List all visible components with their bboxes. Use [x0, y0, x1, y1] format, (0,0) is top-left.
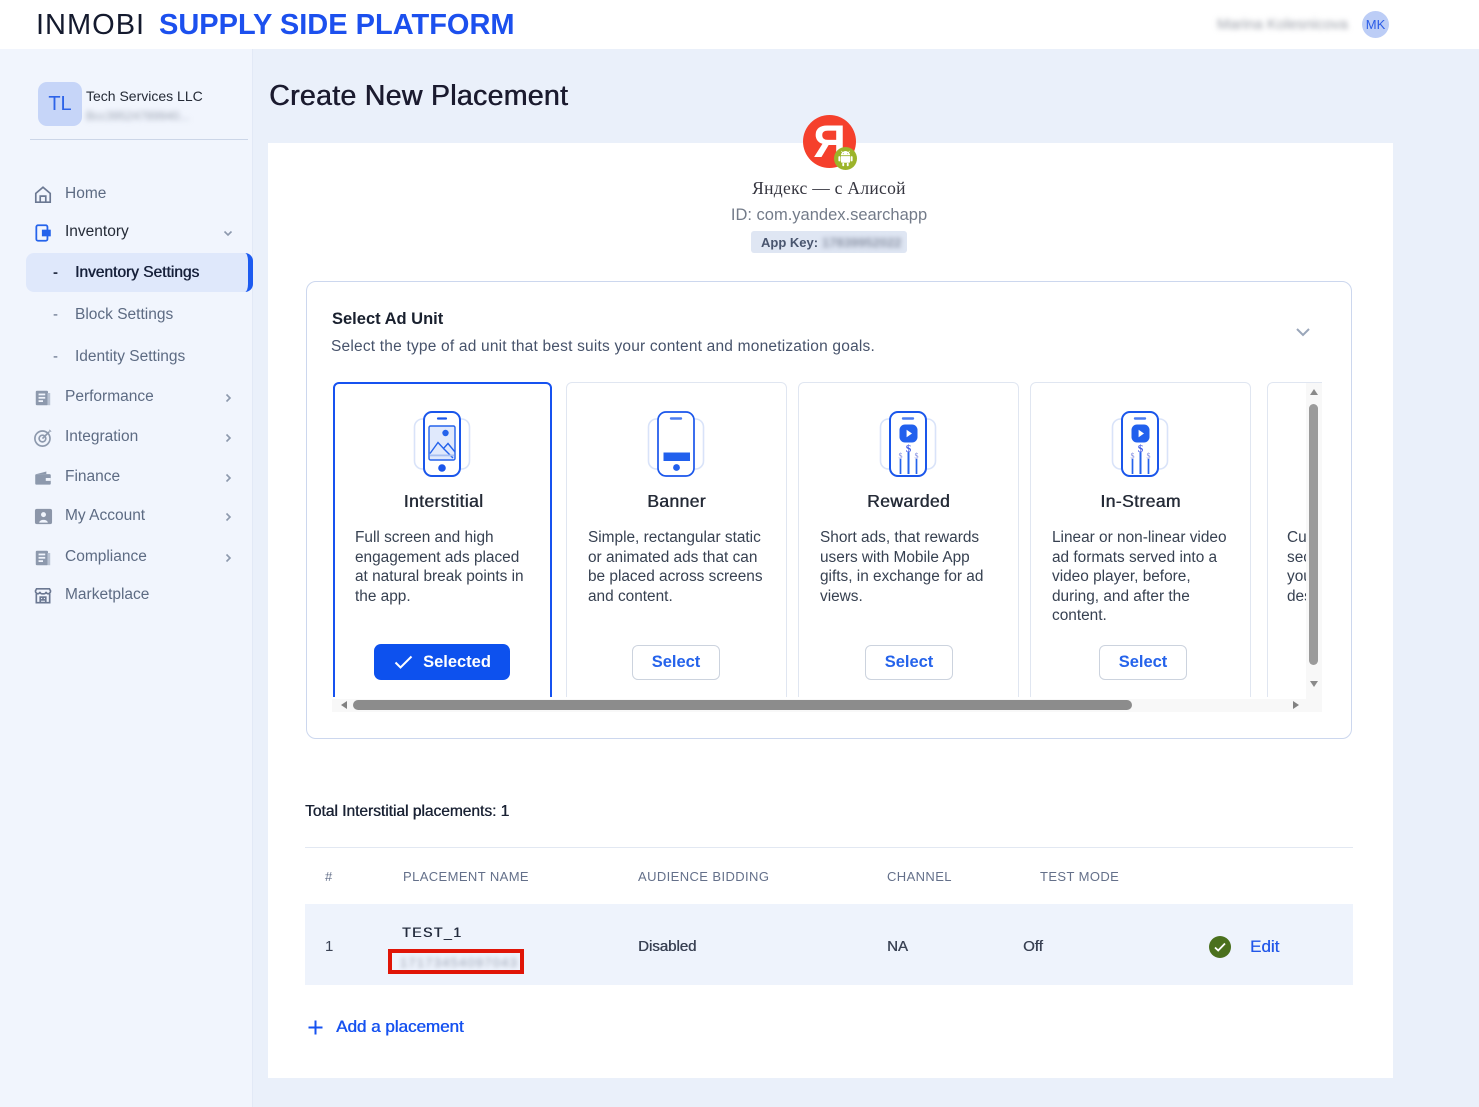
svg-text:$: $	[1131, 452, 1135, 461]
svg-text:$: $	[1138, 443, 1144, 455]
svg-text:$: $	[899, 452, 903, 461]
svg-text:$: $	[915, 452, 919, 461]
svg-text:$: $	[1147, 452, 1151, 461]
svg-text:$: $	[906, 443, 912, 455]
